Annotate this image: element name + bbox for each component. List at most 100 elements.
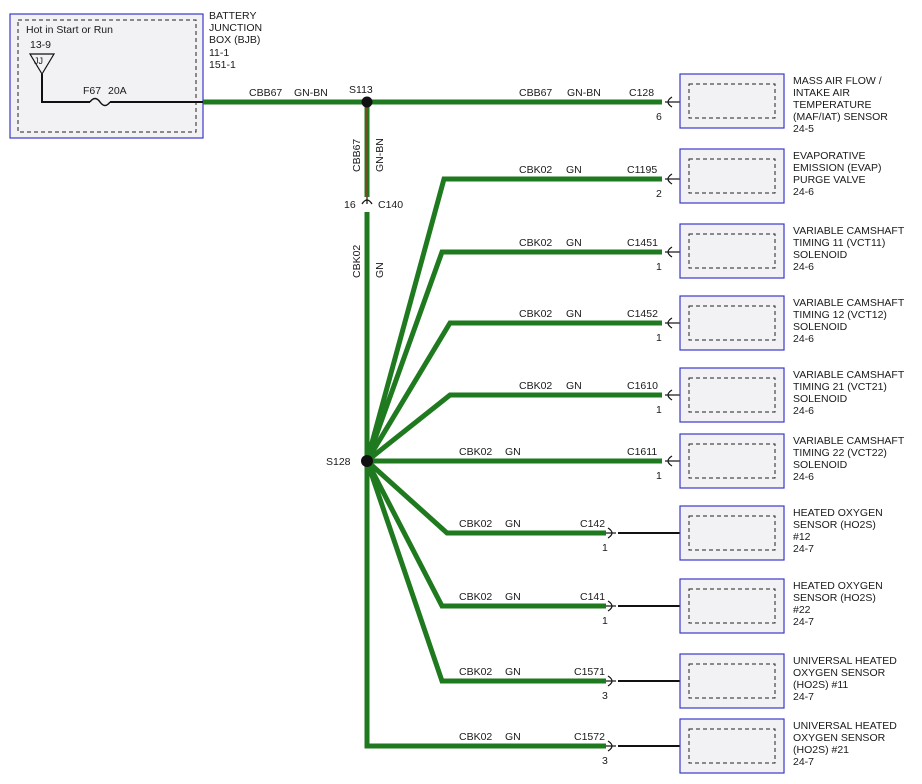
connector-icon[interactable] xyxy=(665,455,680,467)
connector-icon[interactable] xyxy=(606,600,680,612)
splice-s128[interactable] xyxy=(361,455,373,467)
component-name-line: VARIABLE CAMSHAFT xyxy=(793,225,905,237)
component-name-line: SENSOR (HO2S) xyxy=(793,592,876,604)
component-name-line: (HO2S) #21 xyxy=(793,744,849,756)
connector-icon[interactable] xyxy=(665,389,680,401)
wire-color-label: GN-BN xyxy=(567,87,601,99)
component-name-line: TIMING 11 (VCT11) xyxy=(793,237,885,249)
bjb-title: BATTERY JUNCTION BOX (BJB) 11-1 151-1 xyxy=(209,10,262,71)
wire-color-label: GN xyxy=(505,446,521,458)
connector-icon[interactable] xyxy=(665,317,680,329)
component-page-ref: 24-7 xyxy=(793,616,814,628)
bjb-hot-label: Hot in Start or Run xyxy=(26,24,113,36)
component-box[interactable] xyxy=(679,148,785,204)
c140-connector-label: C140 xyxy=(378,199,403,211)
component-name-line: SOLENOID xyxy=(793,249,848,261)
component-name-line: VARIABLE CAMSHAFT xyxy=(793,297,905,309)
component-page-ref: 24-5 xyxy=(793,123,814,135)
wire-circuit-label: CBK02 xyxy=(519,237,552,249)
component-box[interactable] xyxy=(679,653,785,709)
connector-pin: 1 xyxy=(602,615,608,627)
wire-color-label: GN xyxy=(505,518,521,530)
vertical-wire-color-label: GN xyxy=(374,262,386,278)
component-box[interactable] xyxy=(679,223,785,279)
component-page-ref: 24-7 xyxy=(793,691,814,703)
splice-s113[interactable] xyxy=(361,96,373,108)
component-name-line: TIMING 21 (VCT21) xyxy=(793,381,887,393)
connector-label: C1611 xyxy=(627,446,657,458)
component-name-line: HEATED OXYGEN xyxy=(793,507,883,519)
component-name-line: MASS AIR FLOW / xyxy=(793,75,882,87)
component-box[interactable] xyxy=(679,367,785,423)
component-name-line: INTAKE AIR xyxy=(793,87,850,99)
component-page-ref: 24-7 xyxy=(793,756,814,768)
wire-color-label: GN xyxy=(566,380,582,392)
connector-label: C1571 xyxy=(574,666,605,678)
connector-pin: 2 xyxy=(656,188,662,200)
component-page-ref: 24-7 xyxy=(793,543,814,555)
connector-pin: 1 xyxy=(656,470,662,482)
vertical-wire-circuit-label: CBK02 xyxy=(351,245,363,278)
component-name-line: OXYGEN SENSOR xyxy=(793,732,886,744)
component-name-line: #22 xyxy=(793,604,811,616)
bjb-pin-ref: 13-9 xyxy=(30,39,51,51)
component-name-line: (MAF/IAT) SENSOR xyxy=(793,111,888,123)
connector-label: C141 xyxy=(580,591,605,603)
component-box[interactable] xyxy=(679,433,785,489)
fuse-label: F67 xyxy=(83,85,101,97)
component-name-line: SOLENOID xyxy=(793,393,848,405)
wiring-diagram: Hot in Start or Run 13-9 JJ F67 20A BATT… xyxy=(9,10,905,774)
connector-pin: 1 xyxy=(656,332,662,344)
component-box[interactable] xyxy=(679,505,785,561)
component-name-line: SENSOR (HO2S) xyxy=(793,519,876,531)
c140-pin: 16 xyxy=(344,199,356,211)
connector-label: C128 xyxy=(629,87,654,99)
battery-junction-box[interactable]: Hot in Start or Run 13-9 JJ F67 20A xyxy=(9,13,204,139)
connector-icon[interactable] xyxy=(606,527,680,539)
component-name-line: (HO2S) #11 xyxy=(793,679,848,691)
branch-wire[interactable] xyxy=(364,176,662,462)
component-name-line: OXYGEN SENSOR xyxy=(793,667,886,679)
branch-wire[interactable] xyxy=(364,249,662,462)
component-name-line: VARIABLE CAMSHAFT xyxy=(793,369,905,381)
wire-circuit-label: CBK02 xyxy=(519,380,552,392)
wire-circuit-label: CBK02 xyxy=(519,308,552,320)
connector-pin: 3 xyxy=(602,755,608,767)
component-box[interactable] xyxy=(679,578,785,634)
bjb-title-line: BATTERY xyxy=(209,10,256,22)
component-name-line: #12 xyxy=(793,531,811,543)
connector-icon[interactable] xyxy=(665,96,680,108)
wire-color-label: GN xyxy=(566,308,582,320)
connector-icon[interactable] xyxy=(665,173,680,185)
bjb-title-line: JUNCTION xyxy=(209,22,262,34)
c140-connector-icon[interactable] xyxy=(361,197,373,205)
connector-icon[interactable] xyxy=(606,740,680,752)
component-name-line: EMISSION (EVAP) xyxy=(793,162,882,174)
wire-circuit-label: CBK02 xyxy=(519,164,552,176)
wire-color-label: GN xyxy=(505,591,521,603)
fuse-rating: 20A xyxy=(108,85,127,97)
component-page-ref: 24-6 xyxy=(793,471,814,483)
wire-circuit-label: CBK02 xyxy=(459,666,492,678)
connector-icon[interactable] xyxy=(606,675,680,687)
connector-pin: 1 xyxy=(656,261,662,273)
component-box[interactable] xyxy=(679,73,785,129)
connector-pin: 3 xyxy=(602,690,608,702)
bjb-icon-label: JJ xyxy=(34,56,43,66)
component-box[interactable] xyxy=(679,718,785,774)
component-name-line: UNIVERSAL HEATED xyxy=(793,720,897,732)
component-name-line: VARIABLE CAMSHAFT xyxy=(793,435,905,447)
component-name-line: UNIVERSAL HEATED xyxy=(793,655,897,667)
wire-color-label: GN xyxy=(505,731,521,743)
connector-pin: 1 xyxy=(656,404,662,416)
component-page-ref: 24-6 xyxy=(793,186,814,198)
component-name-line: TIMING 12 (VCT12) xyxy=(793,309,887,321)
connector-label: C1451 xyxy=(627,237,658,249)
component-page-ref: 24-6 xyxy=(793,405,814,417)
bjb-title-line: 11-1 xyxy=(209,47,229,59)
connector-icon[interactable] xyxy=(665,246,680,258)
wire-circuit-label: CBK02 xyxy=(459,446,492,458)
component-name-line: SOLENOID xyxy=(793,459,848,471)
wire-circuit-label: CBB67 xyxy=(519,87,552,99)
component-box[interactable] xyxy=(679,295,785,351)
